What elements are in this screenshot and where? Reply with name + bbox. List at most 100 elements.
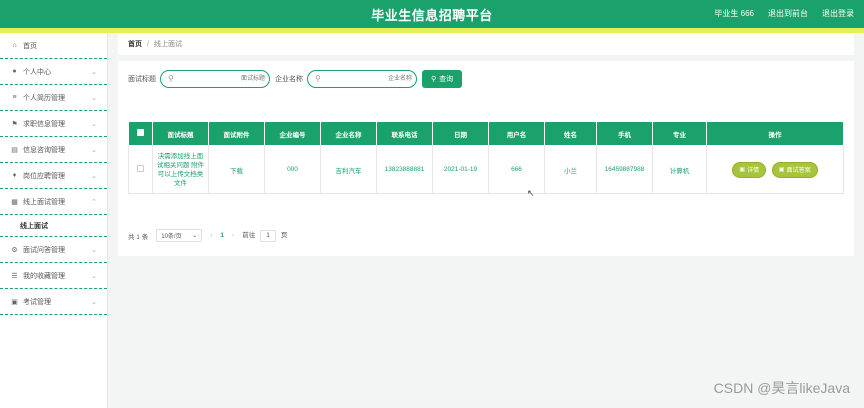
detail-icon: ▣ bbox=[739, 167, 746, 173]
query-button-label: 查询 bbox=[439, 76, 454, 83]
document-icon: ▤ bbox=[11, 146, 18, 154]
sidebar-subitem-online-interview[interactable]: 线上面试 bbox=[0, 215, 107, 237]
company-search-input[interactable] bbox=[328, 73, 412, 85]
cell-date: 2021-01-19 bbox=[432, 145, 489, 194]
table-row: 决需添加线上面试相关问题 附件可以上传文档类文件 下载 000 吉利汽车 138… bbox=[128, 145, 844, 194]
pagination: 共 1 条 10条/页 ⌄ ‹ 1 › 前往 1 页 bbox=[128, 229, 287, 242]
sidebar-item-label: 信息咨询管理 bbox=[23, 146, 65, 154]
column-header: 姓名 bbox=[544, 121, 597, 146]
settings-icon: ⚙ bbox=[11, 246, 18, 254]
sidebar-item-personal-center[interactable]: ● 个人中心 ⌄ bbox=[0, 59, 107, 85]
search-icon: ⚲ bbox=[315, 74, 321, 83]
top-header: 毕业生信息招聘平台 毕业生 666 退出到前台 退出登录 bbox=[0, 0, 864, 28]
sidebar-item-job-info[interactable]: ⚑ 求职信息管理 ⌄ bbox=[0, 111, 107, 137]
home-icon: ⌂ bbox=[12, 42, 17, 49]
title-search-input[interactable] bbox=[181, 73, 265, 85]
briefcase-icon: ▣ bbox=[11, 298, 18, 306]
main-content: 首页 / 线上面试 面试标题 ⚲ 企业名称 ⚲ ⚲ 查询 bbox=[118, 33, 854, 256]
sidebar-item-consult[interactable]: ▤ 信息咨询管理 ⌄ bbox=[0, 137, 107, 163]
goto-page-input[interactable]: 1 bbox=[260, 229, 277, 242]
chevron-down-icon: ⌄ bbox=[91, 299, 97, 306]
goto-suffix: 页 bbox=[280, 232, 288, 240]
cell-username: 666 bbox=[488, 145, 545, 194]
mouse-cursor-icon: ↖ bbox=[527, 188, 535, 198]
row-checkbox[interactable] bbox=[137, 165, 144, 172]
column-header: 面试标题 bbox=[152, 121, 209, 146]
logout-link[interactable]: 退出登录 bbox=[822, 8, 854, 19]
flag-icon: ⚑ bbox=[11, 120, 18, 128]
cell-phone: 13823888881 bbox=[376, 145, 433, 194]
search-icon: ⚲ bbox=[431, 76, 437, 83]
user-icon: ● bbox=[12, 68, 17, 75]
cell-major: 计算机 bbox=[652, 145, 707, 194]
search-label-company: 企业名称 bbox=[275, 76, 303, 83]
chevron-up-icon: ⌃ bbox=[91, 199, 97, 206]
search-label-title: 面试标题 bbox=[128, 76, 156, 83]
query-button[interactable]: ⚲ 查询 bbox=[422, 70, 463, 88]
column-header: 手机 bbox=[596, 121, 653, 146]
breadcrumb-home[interactable]: 首页 bbox=[128, 39, 142, 49]
grid-icon: ▦ bbox=[11, 198, 18, 206]
detail-button[interactable]: ▣ 详情 bbox=[732, 161, 767, 178]
column-header: 联系电话 bbox=[376, 121, 433, 146]
interview-answer-label: 面试答案 bbox=[786, 168, 811, 174]
company-search-field[interactable]: ⚲ bbox=[307, 70, 417, 88]
sidebar-item-resume[interactable]: ≡ 个人简历管理 ⌄ bbox=[0, 85, 107, 111]
breadcrumb-current: 线上面试 bbox=[153, 41, 182, 48]
detail-button-label: 详情 bbox=[747, 168, 760, 174]
sidebar-item-label: 我的收藏管理 bbox=[23, 272, 65, 280]
chevron-down-icon: ⌄ bbox=[91, 173, 97, 180]
sidebar-item-application[interactable]: ♦ 岗位应聘管理 ⌄ bbox=[0, 163, 107, 189]
column-header: 日期 bbox=[432, 121, 489, 146]
document-icon: ▣ bbox=[778, 167, 785, 173]
breadcrumb: 首页 / 线上面试 bbox=[118, 33, 854, 55]
sidebar-item-label: 求职信息管理 bbox=[23, 120, 65, 128]
column-header: 用户名 bbox=[488, 121, 545, 146]
chevron-down-icon: ⌄ bbox=[192, 233, 198, 239]
current-page[interactable]: 1 bbox=[220, 232, 224, 239]
sidebar-item-favorites[interactable]: ☰ 我的收藏管理 ⌄ bbox=[0, 263, 107, 289]
interview-table: 面试标题 面试附件 企业编号 企业名称 联系电话 日期 用户名 姓名 手机 专业… bbox=[128, 121, 844, 194]
cell-company-no: 000 bbox=[264, 145, 321, 194]
next-page-icon[interactable]: › bbox=[232, 232, 234, 239]
sidebar-item-label: 首页 bbox=[23, 42, 37, 50]
prev-page-icon[interactable]: ‹ bbox=[210, 232, 212, 239]
page-size-select[interactable]: 10条/页 ⌄ bbox=[156, 229, 203, 242]
select-all-cell[interactable] bbox=[128, 121, 153, 146]
goto-page: 前往 1 页 bbox=[242, 229, 287, 242]
cell-mobile: 16459887988 bbox=[596, 145, 653, 194]
cell-attachment-download[interactable]: 下载 bbox=[208, 145, 265, 194]
sidebar-item-interview-qa[interactable]: ⚙ 面试问答管理 ⌄ bbox=[0, 237, 107, 263]
row-select-cell[interactable] bbox=[128, 145, 153, 194]
chevron-down-icon: ⌄ bbox=[91, 69, 97, 76]
sidebar-item-label: 线上面试管理 bbox=[23, 198, 65, 206]
chevron-down-icon: ⌄ bbox=[91, 95, 97, 102]
user-label: 毕业生 666 bbox=[714, 9, 754, 18]
cell-title: 决需添加线上面试相关问题 附件可以上传文档类文件 bbox=[152, 145, 209, 194]
cell-name: 小兰 bbox=[544, 145, 597, 194]
search-icon: ⚲ bbox=[168, 74, 174, 83]
goto-prefix: 前往 bbox=[242, 232, 256, 240]
column-header: 操作 bbox=[706, 121, 844, 146]
interview-answer-button[interactable]: ▣ 面试答案 bbox=[771, 161, 818, 178]
title-search-field[interactable]: ⚲ bbox=[160, 70, 270, 88]
table-header-row: 面试标题 面试附件 企业编号 企业名称 联系电话 日期 用户名 姓名 手机 专业… bbox=[128, 121, 844, 146]
chevron-down-icon: ⌄ bbox=[91, 247, 97, 254]
content-panel: 面试标题 ⚲ 企业名称 ⚲ ⚲ 查询 面试标题 面试附件 企业编号 bbox=[118, 61, 854, 256]
sidebar-item-label: 考试管理 bbox=[23, 298, 51, 306]
back-to-frontend-link[interactable]: 退出到前台 bbox=[768, 8, 808, 19]
mic-icon: ♦ bbox=[12, 172, 17, 179]
cell-company-name: 吉利汽车 bbox=[320, 145, 377, 194]
select-all-checkbox[interactable] bbox=[137, 129, 144, 136]
column-header: 企业编号 bbox=[264, 121, 321, 146]
cell-actions: ▣ 详情 ▣ 面试答案 bbox=[706, 145, 844, 194]
chevron-down-icon: ⌄ bbox=[91, 273, 97, 280]
sidebar-item-exam[interactable]: ▣ 考试管理 ⌄ bbox=[0, 289, 107, 315]
sidebar-item-home[interactable]: ⌂ 首页 bbox=[0, 33, 107, 59]
sidebar-item-online-interview[interactable]: ▦ 线上面试管理 ⌃ bbox=[0, 189, 107, 215]
sidebar-item-label: 个人简历管理 bbox=[23, 94, 65, 102]
list-icon: ≡ bbox=[12, 94, 17, 101]
pagination-total: 共 1 条 bbox=[128, 233, 149, 241]
sliders-icon: ☰ bbox=[11, 272, 18, 280]
sidebar-item-label: 个人中心 bbox=[23, 68, 51, 76]
